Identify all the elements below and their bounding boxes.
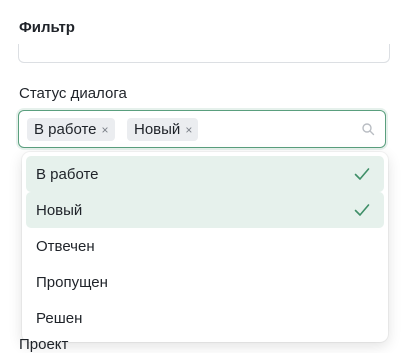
- remove-tag-close-icon[interactable]: ×: [102, 124, 109, 136]
- check-icon: [354, 168, 370, 180]
- status-multiselect[interactable]: В работе × Новый ×: [18, 110, 386, 148]
- option-resolved[interactable]: Решен: [26, 300, 384, 336]
- option-label: Новый: [36, 201, 83, 219]
- search-icon: [362, 123, 375, 136]
- option-in-progress[interactable]: В работе: [26, 156, 384, 192]
- project-field-label: Проект: [19, 336, 69, 353]
- option-answered[interactable]: Отвечен: [26, 228, 384, 264]
- option-missed[interactable]: Пропущен: [26, 264, 384, 300]
- option-label: Отвечен: [36, 237, 95, 255]
- status-field-label: Статус диалога: [19, 85, 127, 102]
- tag-label: В работе: [34, 121, 97, 138]
- status-dropdown: В работе Новый Отвечен Пропущен Решен: [22, 152, 388, 342]
- option-new[interactable]: Новый: [26, 192, 384, 228]
- tag-label: Новый: [134, 121, 181, 138]
- panel-title: Фильтр: [19, 19, 75, 36]
- tag-new: Новый ×: [127, 118, 199, 141]
- option-label: Решен: [36, 309, 83, 327]
- option-label: Пропущен: [36, 273, 108, 291]
- remove-tag-close-icon[interactable]: ×: [185, 124, 192, 136]
- check-icon: [354, 204, 370, 216]
- tag-in-progress: В работе ×: [27, 118, 115, 141]
- previous-field[interactable]: [18, 44, 390, 63]
- option-label: В работе: [36, 165, 99, 183]
- filter-panel: Фильтр Статус диалога В работе × Новый ×…: [0, 0, 402, 353]
